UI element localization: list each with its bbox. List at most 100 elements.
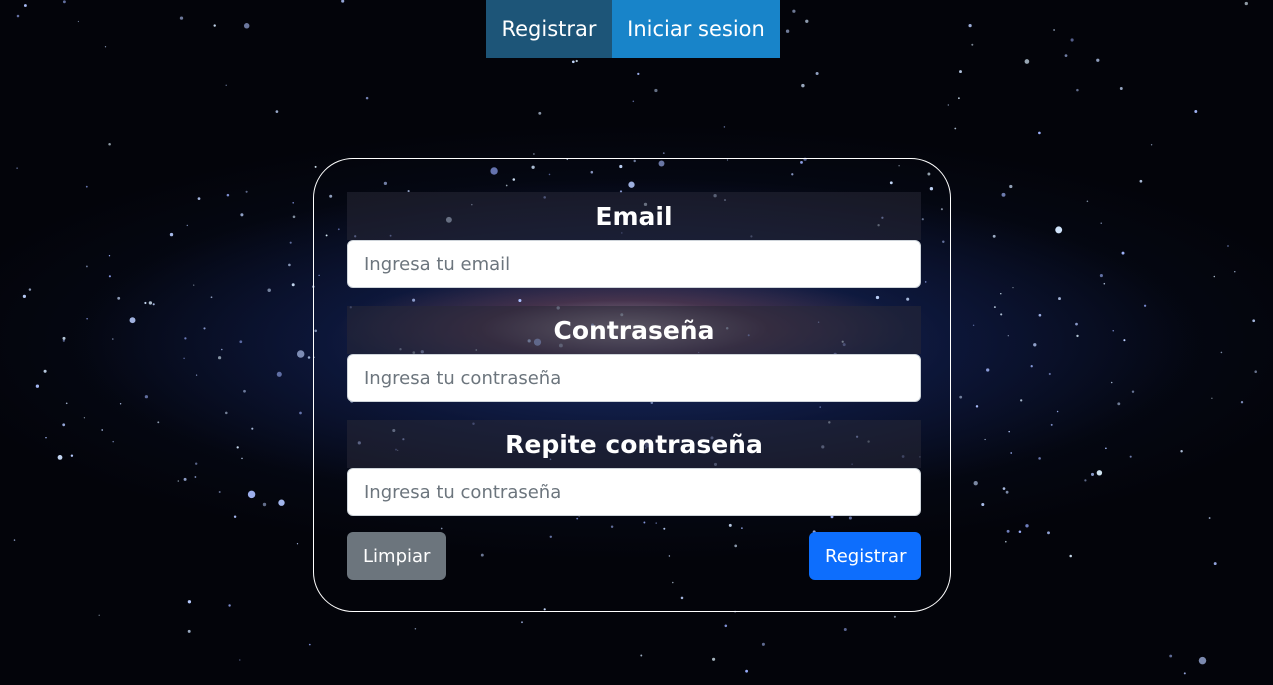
star: [1005, 540, 1007, 543]
star: [296, 543, 299, 545]
star: [314, 165, 317, 168]
star: [157, 421, 160, 424]
star: [632, 100, 635, 103]
star: [1069, 554, 1072, 558]
star: [1103, 282, 1106, 285]
star: [197, 197, 201, 200]
star: [954, 127, 957, 130]
star: [243, 389, 246, 393]
star: [13, 539, 16, 541]
star: [1076, 334, 1079, 338]
star: [1064, 54, 1068, 57]
star: [1139, 179, 1143, 183]
email-input[interactable]: [347, 240, 921, 288]
star: [228, 604, 231, 607]
star: [1150, 144, 1153, 146]
star: [575, 59, 578, 63]
star: [993, 306, 996, 309]
star: [299, 411, 302, 415]
star: [1234, 271, 1236, 273]
star: [1252, 319, 1256, 323]
password-input[interactable]: [347, 354, 921, 402]
star: [307, 356, 311, 359]
star: [1112, 330, 1114, 332]
star: [1220, 351, 1223, 354]
star: [112, 338, 114, 340]
star: [1119, 87, 1123, 90]
star: [1000, 293, 1002, 295]
star: [288, 263, 291, 267]
star: [972, 324, 975, 327]
star: [1047, 531, 1050, 535]
star: [712, 657, 716, 661]
star: [226, 193, 230, 197]
star: [225, 84, 227, 86]
star: [637, 72, 640, 76]
star: [1100, 222, 1102, 224]
star: [1244, 1, 1248, 6]
nav-login-button[interactable]: Iniciar sesion: [612, 0, 780, 58]
star: [236, 446, 239, 449]
star: [1050, 423, 1053, 426]
star: [247, 490, 256, 499]
repeat-password-label: Repite contraseña: [347, 420, 921, 468]
star: [45, 436, 47, 439]
star: [785, 29, 790, 33]
star: [1254, 370, 1257, 373]
star: [1053, 29, 1056, 31]
star: [761, 642, 765, 646]
star: [289, 241, 292, 244]
star: [62, 336, 66, 340]
star: [183, 477, 187, 481]
clear-button[interactable]: Limpiar: [347, 532, 446, 580]
nav-register-button[interactable]: Registrar: [486, 0, 612, 58]
star: [183, 357, 185, 360]
star: [275, 110, 279, 113]
star: [1129, 455, 1132, 458]
star: [1038, 457, 1041, 460]
register-form-card: Email Contraseña Repite contraseña Limpi…: [313, 158, 951, 612]
star: [101, 429, 104, 431]
star: [241, 457, 243, 460]
star: [239, 340, 243, 344]
star: [893, 615, 896, 618]
star: [1194, 110, 1198, 113]
star: [1012, 286, 1014, 289]
star: [1024, 59, 1030, 64]
repeat-password-input[interactable]: [347, 468, 921, 516]
star: [1143, 304, 1147, 307]
star: [1000, 313, 1003, 316]
star: [129, 317, 136, 324]
star: [28, 288, 32, 291]
star: [62, 339, 65, 342]
star: [1005, 490, 1009, 494]
star: [218, 491, 221, 493]
star: [1006, 529, 1010, 533]
star: [267, 288, 271, 293]
star: [1096, 58, 1100, 62]
star: [365, 96, 369, 100]
star: [1213, 562, 1217, 566]
star: [1105, 447, 1107, 450]
star: [169, 232, 174, 237]
star: [792, 9, 796, 13]
star: [291, 283, 295, 287]
star: [108, 275, 111, 278]
star: [1010, 452, 1013, 454]
star: [86, 318, 88, 320]
star: [1030, 365, 1033, 368]
star: [210, 296, 213, 299]
star: [195, 374, 198, 376]
star: [296, 350, 305, 358]
star: [104, 46, 107, 48]
star: [843, 628, 847, 631]
star: [1076, 88, 1079, 92]
star: [16, 14, 20, 18]
star: [662, 152, 665, 154]
star: [1099, 274, 1103, 278]
star: [77, 20, 79, 23]
star: [184, 337, 187, 340]
star: [22, 294, 26, 298]
star: [16, 167, 18, 169]
register-submit-button[interactable]: Registrar: [809, 532, 921, 580]
